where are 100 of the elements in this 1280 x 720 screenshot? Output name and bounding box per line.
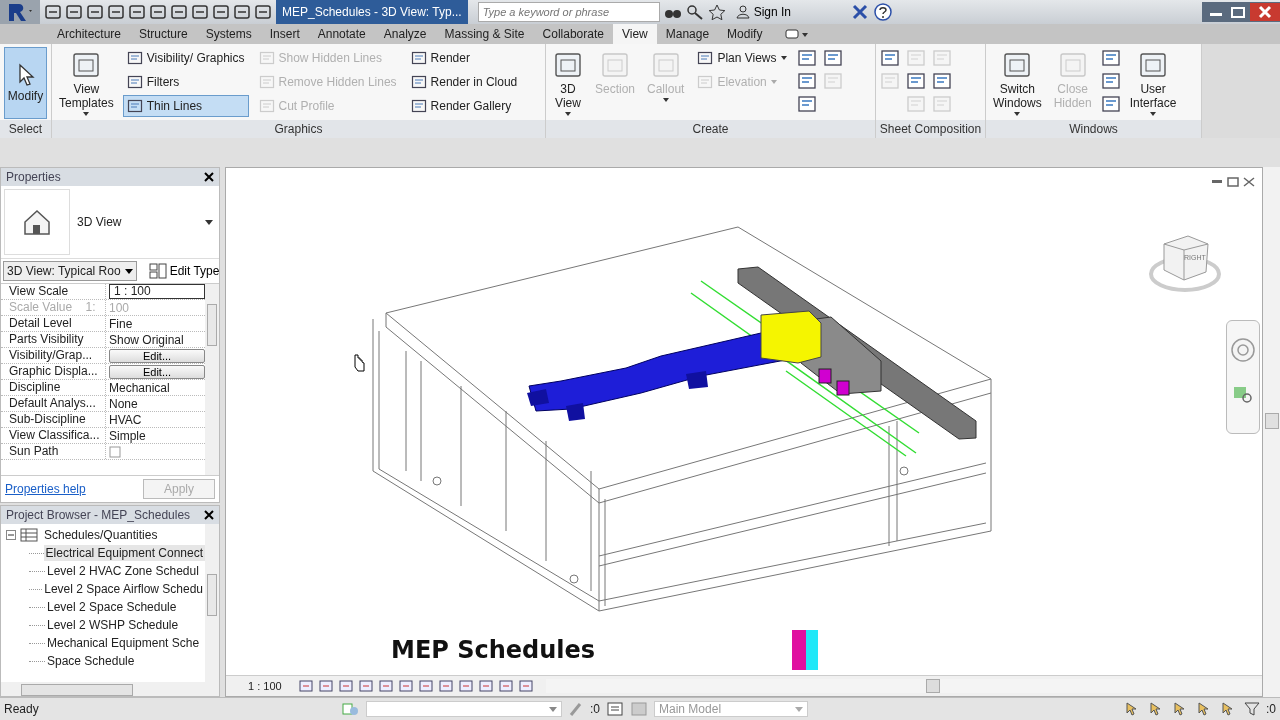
help-link[interactable]: Properties help bbox=[5, 482, 86, 496]
view-control-icon[interactable] bbox=[517, 679, 536, 693]
toolbar-icon[interactable] bbox=[212, 4, 230, 20]
tree-item[interactable]: Level 2 WSHP Schedule bbox=[45, 617, 181, 633]
star-icon[interactable] bbox=[707, 4, 726, 20]
scrollbar-thumb[interactable] bbox=[207, 574, 217, 616]
tree-item[interactable]: Schedules/Quantities bbox=[42, 527, 160, 543]
ribbon-tab[interactable]: Architecture bbox=[48, 24, 131, 44]
view-control-icon[interactable] bbox=[397, 679, 416, 693]
help-icon[interactable] bbox=[873, 3, 893, 21]
frame-icon bbox=[258, 50, 275, 66]
zoom-icon[interactable] bbox=[1232, 385, 1254, 405]
scrollbar-thumb[interactable] bbox=[925, 679, 940, 693]
tree-item[interactable]: Level 2 HVAC Zone Schedul bbox=[45, 563, 201, 579]
panel-label: Select bbox=[0, 120, 51, 138]
layers-icon[interactable] bbox=[606, 701, 624, 717]
restore-icon[interactable] bbox=[1228, 5, 1248, 19]
toolbar-icon[interactable] bbox=[191, 4, 209, 20]
ribbon-button[interactable]: Render bbox=[406, 47, 522, 69]
ribbon-tab[interactable]: Massing & Site bbox=[435, 24, 534, 44]
edit-type-button[interactable]: Edit Type bbox=[142, 262, 226, 280]
workset-icon[interactable] bbox=[340, 701, 360, 717]
view-control-icon[interactable] bbox=[317, 679, 336, 693]
ribbon-button[interactable]: Thin Lines bbox=[122, 95, 249, 117]
ribbon-button[interactable]: Switch Windows bbox=[990, 47, 1045, 119]
ribbon-button[interactable]: Render in Cloud bbox=[406, 71, 522, 93]
view-control-icon[interactable] bbox=[297, 679, 316, 693]
edit-button[interactable]: Edit... bbox=[109, 364, 205, 379]
ribbon-button[interactable]: Plan Views bbox=[693, 47, 791, 69]
checkbox[interactable] bbox=[109, 445, 121, 458]
ribbon-button[interactable]: 3D View bbox=[550, 47, 586, 119]
ribbon-tab[interactable]: Insert bbox=[260, 24, 309, 44]
sign-in-button[interactable]: Sign In bbox=[729, 4, 797, 20]
property-name: Sun Path bbox=[1, 444, 106, 459]
collapse-icon[interactable] bbox=[6, 530, 16, 540]
view-control-icon[interactable] bbox=[437, 679, 456, 693]
sheet-icon[interactable] bbox=[906, 72, 926, 90]
toolbar-icon[interactable] bbox=[65, 4, 83, 20]
scrollbar-thumb[interactable] bbox=[1265, 413, 1279, 429]
tree-item[interactable]: Level 2 Space Schedule bbox=[45, 599, 179, 615]
scrollbar-thumb[interactable] bbox=[21, 684, 133, 696]
ribbon-button[interactable]: Render Gallery bbox=[406, 95, 522, 117]
close-icon[interactable] bbox=[204, 172, 214, 182]
ribbon-tab[interactable]: Manage bbox=[656, 24, 719, 44]
sheet-icon[interactable] bbox=[1100, 95, 1121, 113]
ribbon-button[interactable]: User Interface bbox=[1126, 47, 1180, 119]
toolbar-icon[interactable] bbox=[107, 4, 125, 20]
sheet-icon[interactable] bbox=[932, 72, 952, 90]
app-menu-button[interactable] bbox=[0, 0, 40, 24]
ribbon-tab[interactable]: Analyze bbox=[374, 24, 436, 44]
tree-item[interactable]: Level 2 Space Airflow Schedu bbox=[42, 581, 205, 597]
view-control-icon[interactable] bbox=[357, 679, 376, 693]
sheet-icon[interactable] bbox=[796, 72, 817, 90]
ribbon-tab[interactable]: Systems bbox=[196, 24, 261, 44]
toolbar-icon[interactable] bbox=[233, 4, 251, 20]
view-control-icon[interactable] bbox=[417, 679, 436, 693]
ribbon-tab[interactable]: View bbox=[612, 24, 657, 44]
ribbon-tab[interactable]: Annotate bbox=[308, 24, 375, 44]
ribbon-button[interactable]: Visibility/ Graphics bbox=[122, 47, 249, 69]
sheet-icon[interactable] bbox=[1100, 72, 1121, 90]
view-control-icon[interactable] bbox=[337, 679, 356, 693]
sheet-icon[interactable] bbox=[796, 95, 817, 113]
ribbon-tab[interactable]: Collaborate bbox=[533, 24, 613, 44]
toolbar-icon[interactable] bbox=[149, 4, 167, 20]
sheet-icon[interactable] bbox=[1100, 49, 1121, 67]
exchange-icon[interactable] bbox=[851, 4, 869, 20]
restore-icon[interactable] bbox=[1226, 176, 1240, 188]
tree-item[interactable]: Electrical Equipment Connect bbox=[43, 545, 205, 561]
filter-icon[interactable] bbox=[1244, 701, 1260, 717]
panel-toggle-icon[interactable] bbox=[785, 28, 810, 40]
tree-item[interactable]: Space Schedule bbox=[45, 653, 137, 669]
tree-item[interactable]: Mechanical Equipment Sche bbox=[45, 635, 202, 651]
count-label: :0 bbox=[1266, 702, 1276, 716]
ribbon-button[interactable]: View Templates bbox=[56, 47, 117, 119]
toolbar-icon[interactable] bbox=[170, 4, 188, 20]
view-control-icon[interactable] bbox=[477, 679, 496, 693]
steering-wheel-icon[interactable] bbox=[1230, 337, 1256, 363]
view-selector[interactable]: 3D View: Typical Roo bbox=[3, 261, 137, 281]
view-control-icon[interactable] bbox=[377, 679, 396, 693]
view-control-icon[interactable] bbox=[457, 679, 476, 693]
toolbar-icon[interactable] bbox=[86, 4, 104, 20]
edit-button[interactable]: Edit... bbox=[109, 348, 205, 363]
ribbon-tab[interactable]: Structure bbox=[130, 24, 197, 44]
sheet-icon[interactable] bbox=[880, 49, 900, 67]
close-icon[interactable] bbox=[204, 510, 214, 520]
scrollbar-thumb[interactable] bbox=[207, 304, 217, 346]
property-field[interactable]: 1 : 100 bbox=[109, 284, 205, 299]
caret-icon[interactable] bbox=[205, 219, 213, 225]
toolbar-icon[interactable] bbox=[44, 4, 62, 20]
toolbar-icon[interactable] bbox=[254, 4, 272, 20]
ribbon-tab[interactable]: Modify bbox=[718, 24, 772, 44]
search-field[interactable]: Type a keyword or phrase bbox=[477, 2, 660, 22]
ribbon-button[interactable]: Modify bbox=[4, 47, 47, 119]
view-control-icon[interactable] bbox=[497, 679, 516, 693]
frame-icon bbox=[258, 98, 275, 114]
sheet-icon[interactable] bbox=[822, 49, 843, 67]
sheet-icon[interactable] bbox=[796, 49, 817, 67]
ribbon-button[interactable]: Filters bbox=[122, 71, 249, 93]
view-scale[interactable]: 1 : 100 bbox=[248, 680, 282, 692]
toolbar-icon[interactable] bbox=[128, 4, 146, 20]
